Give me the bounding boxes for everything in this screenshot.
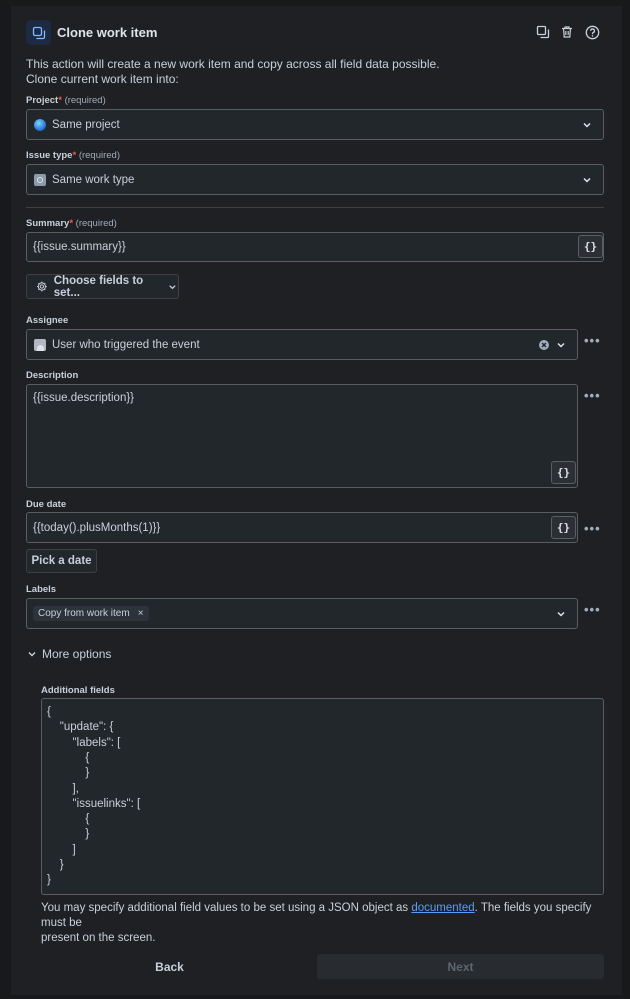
code-line: ] — [47, 843, 76, 856]
more-options-label: More options — [42, 647, 112, 661]
description-textarea[interactable]: {{issue.description}} — [26, 384, 578, 488]
code-line: } — [47, 828, 90, 841]
choose-fields-label: Choose fields to set... — [53, 274, 144, 299]
trash-icon[interactable] — [558, 23, 576, 41]
description-more-icon[interactable]: ••• — [584, 388, 601, 403]
issue-type-select[interactable]: Same work type — [26, 164, 604, 195]
label-tag-text: Copy from work item — [38, 608, 130, 619]
chevron-down-icon — [169, 284, 176, 289]
label-tag: Copy from work item × — [33, 606, 149, 621]
code-line: } — [47, 767, 90, 780]
code-line: { — [47, 813, 90, 826]
back-button[interactable]: Back — [26, 954, 313, 979]
project-label: Project* (required) — [26, 95, 106, 106]
description-label: Description — [26, 370, 79, 381]
labels-more-icon[interactable]: ••• — [584, 602, 601, 617]
summary-input[interactable]: {{issue.summary}} — [26, 232, 604, 262]
next-button[interactable]: Next — [317, 954, 604, 979]
code-line: } — [47, 874, 51, 887]
labels-select[interactable]: Copy from work item × — [26, 598, 578, 629]
labels-label: Labels — [26, 584, 57, 595]
code-line: "labels": [ — [47, 736, 121, 749]
due-date-label: Due date — [26, 499, 67, 510]
assignee-label: Assignee — [26, 315, 69, 326]
work-type-icon — [34, 173, 46, 186]
project-select[interactable]: Same project — [26, 109, 604, 140]
smart-value-button[interactable]: {} — [551, 516, 576, 539]
due-date-more-icon[interactable]: ••• — [584, 521, 601, 536]
intro-line-1: This action will create a new work item … — [26, 57, 440, 71]
smart-value-button[interactable]: {} — [551, 461, 576, 484]
smart-value-button[interactable]: {} — [578, 235, 603, 258]
description-value: {{issue.description}} — [33, 392, 135, 404]
due-date-value: {{today().plusMonths(1)}} — [33, 521, 161, 534]
remove-tag-icon[interactable]: × — [138, 608, 144, 619]
gear-icon — [37, 281, 47, 292]
code-line: "update": { — [47, 721, 114, 734]
summary-value: {{issue.summary}} — [33, 241, 126, 253]
chevron-down-icon — [557, 342, 565, 348]
assignee-select[interactable]: User who triggered the event — [26, 329, 578, 360]
user-avatar-icon — [34, 338, 46, 351]
code-line: { — [47, 751, 90, 764]
chevron-down-icon — [583, 122, 591, 128]
chevron-down-icon — [557, 611, 565, 617]
code-line: { — [47, 706, 51, 718]
additional-fields-textarea[interactable] — [41, 698, 604, 895]
additional-fields-help: You may specify additional field values … — [41, 901, 601, 946]
code-line: ], — [47, 782, 79, 795]
documented-link[interactable]: documented — [411, 902, 474, 914]
additional-fields-label: Additional fields — [41, 685, 115, 696]
help-text: You may specify additional field values … — [41, 902, 412, 914]
chevron-down-icon — [28, 652, 36, 657]
issue-type-label: Issue type* (required) — [26, 150, 120, 161]
code-line: } — [47, 859, 64, 871]
assignee-more-icon[interactable]: ••• — [584, 333, 601, 348]
choose-fields-button[interactable]: Choose fields to set... — [26, 274, 179, 299]
chevron-down-icon — [583, 177, 591, 183]
code-line: "issuelinks": [ — [47, 797, 141, 810]
clear-icon[interactable] — [538, 339, 550, 351]
issue-type-value: Same work type — [52, 173, 135, 186]
duplicate-icon[interactable] — [534, 23, 552, 41]
section-divider — [26, 207, 604, 208]
summary-label: Summary* (required) — [26, 218, 117, 229]
help-text-line-2: present on the screen. — [41, 932, 156, 944]
intro-line-2: Clone current work item into: — [26, 72, 179, 86]
project-value: Same project — [52, 118, 120, 131]
due-date-input[interactable]: {{today().plusMonths(1)}} — [26, 512, 578, 543]
clone-icon — [26, 20, 51, 45]
pick-date-button[interactable]: Pick a date — [26, 549, 97, 573]
project-avatar-icon — [34, 118, 46, 131]
page-title: Clone work item — [57, 25, 158, 40]
assignee-value: User who triggered the event — [52, 338, 200, 351]
more-options-toggle[interactable]: More options — [26, 647, 111, 661]
help-icon[interactable] — [583, 23, 601, 41]
